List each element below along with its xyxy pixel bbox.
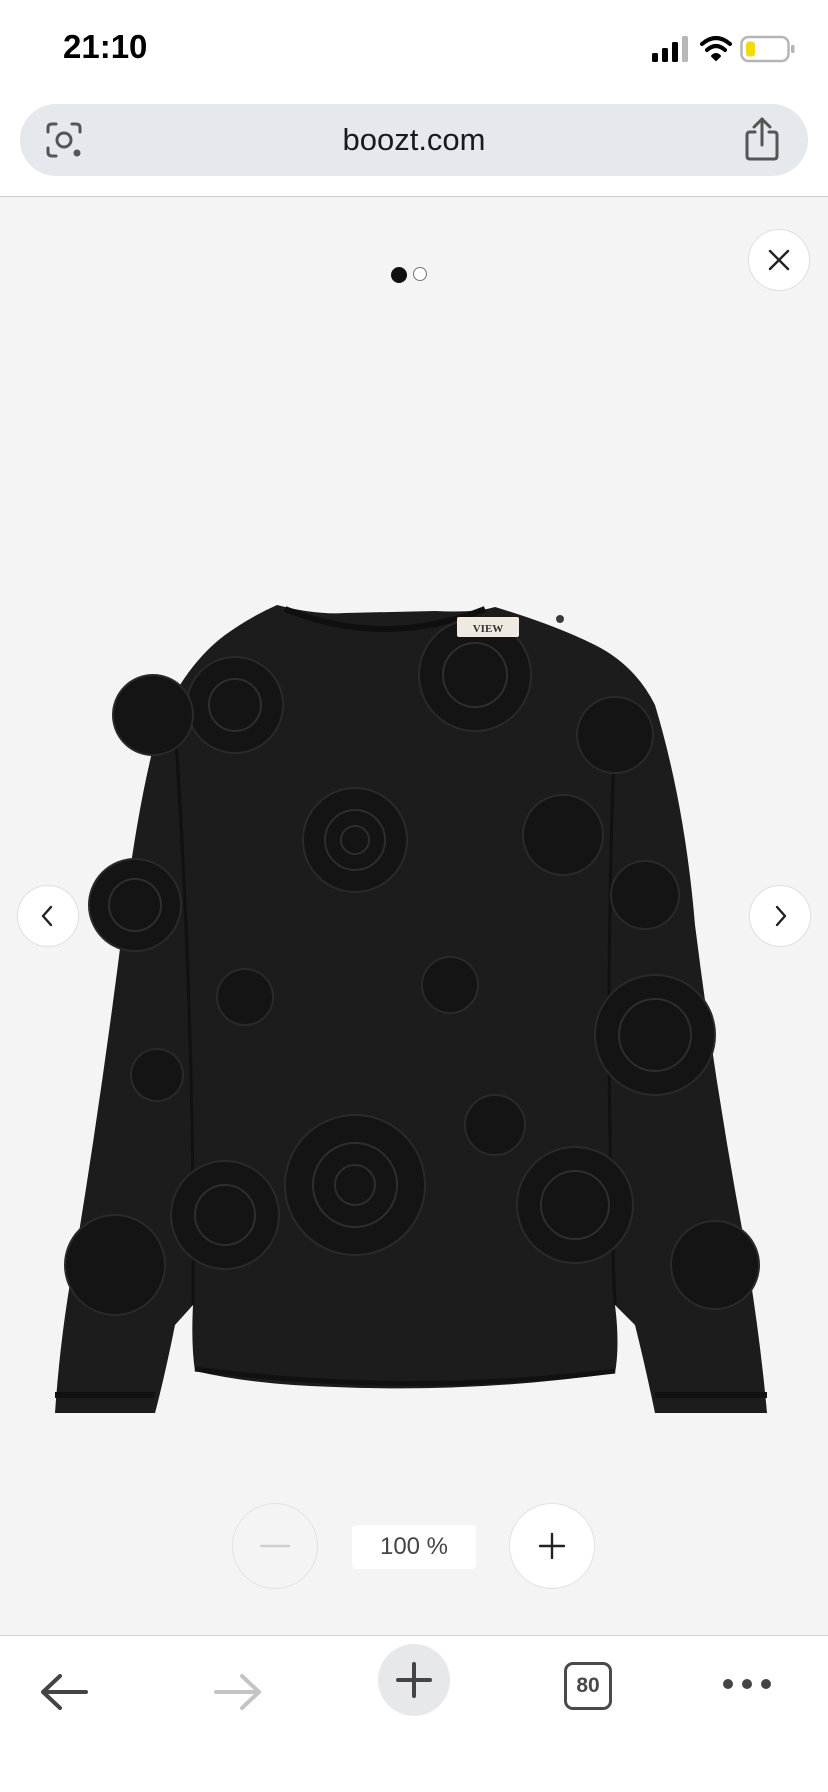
- carousel-dot-active[interactable]: [391, 267, 407, 283]
- battery-icon: [740, 35, 795, 63]
- url-text[interactable]: boozt.com: [20, 122, 808, 158]
- back-button[interactable]: [36, 1666, 92, 1718]
- minus-icon: [260, 1544, 290, 1548]
- product-image[interactable]: VIEW: [55, 605, 773, 1413]
- close-icon: [768, 249, 790, 271]
- status-time: 21:10: [63, 28, 148, 65]
- tab-count: 80: [576, 1674, 600, 1697]
- close-button[interactable]: [748, 229, 810, 291]
- new-tab-button[interactable]: [378, 1644, 450, 1716]
- status-bar: 21:10: [0, 0, 828, 100]
- zoom-out-button[interactable]: [232, 1503, 318, 1589]
- brand-label: VIEW: [473, 623, 504, 635]
- image-viewer: VIEW 100 %: [0, 197, 828, 1635]
- carousel-dots: [391, 267, 431, 283]
- more-button[interactable]: [722, 1672, 772, 1696]
- forward-button[interactable]: [210, 1666, 266, 1718]
- zoom-in-button[interactable]: [509, 1503, 595, 1589]
- tabs-button[interactable]: 80: [564, 1662, 612, 1710]
- zoom-level: 100 %: [352, 1525, 476, 1569]
- more-icon: [723, 1679, 771, 1689]
- address-bar[interactable]: boozt.com: [20, 104, 808, 176]
- forward-arrow-icon: [214, 1674, 261, 1710]
- browser-toolbar: 80: [0, 1636, 828, 1792]
- chevron-right-icon: [775, 905, 787, 927]
- wifi-icon: [700, 36, 732, 61]
- share-icon[interactable]: [742, 116, 782, 162]
- back-arrow-icon: [41, 1674, 88, 1710]
- plus-icon: [396, 1662, 432, 1698]
- carousel-dot[interactable]: [413, 267, 427, 281]
- plus-icon: [538, 1532, 566, 1560]
- signal-icon: [652, 36, 688, 62]
